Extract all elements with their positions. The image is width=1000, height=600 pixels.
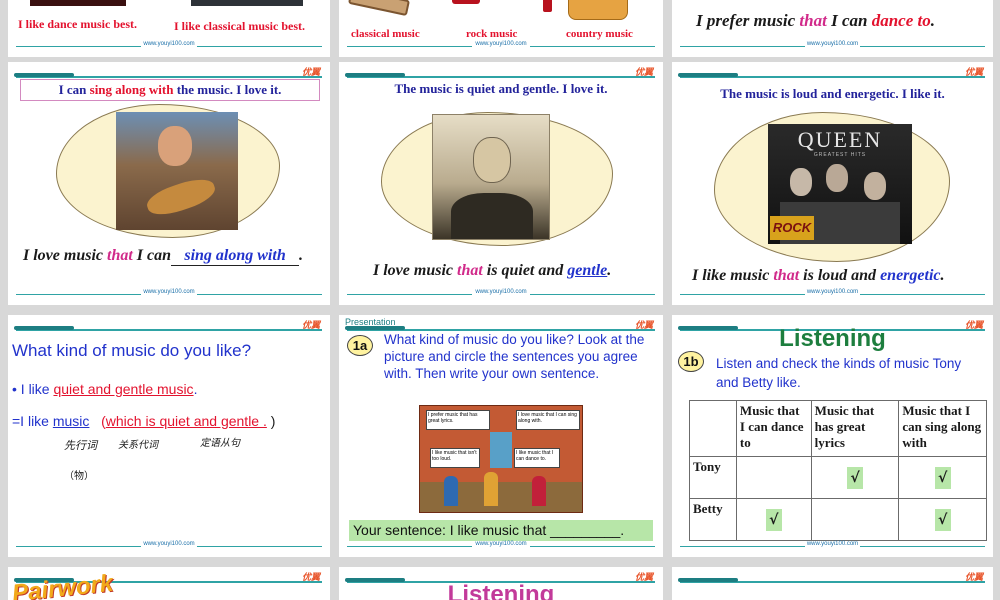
- slide-dance-classical: I like dance music best. I like classica…: [8, 0, 330, 57]
- album-sticker: ROCK: [770, 216, 814, 240]
- speech-bubble-1: I prefer music that has great lyrics.: [426, 410, 490, 430]
- sing-along-sentence: I love music that I can sing along with.: [23, 247, 304, 266]
- annotation-antecedent: 先行词: [64, 440, 97, 452]
- row-name-betty: Betty: [689, 498, 737, 541]
- checkmark-icon: √: [847, 466, 863, 489]
- slide-footer: www.youyi100.com: [672, 41, 993, 57]
- album-title: QUEEN: [797, 127, 883, 152]
- slide-prefer-music: I prefer music that I can dance to. www.…: [672, 0, 993, 57]
- annotation-attributive-clause: 定语从句: [200, 438, 240, 449]
- badge-1b: 1b: [678, 351, 704, 372]
- speech-bubble-4: I like music that I can dance to.: [514, 448, 560, 468]
- street-scene-picture: I prefer music that has great lyrics. I …: [419, 405, 583, 513]
- slide-footer: www.youyi100.com: [8, 289, 330, 305]
- speech-bubble-2: I love music that I can sing along with.: [516, 410, 580, 430]
- annotation-thing: （物）: [64, 471, 94, 482]
- table-row: Tony √ √: [689, 456, 987, 499]
- violin-icon: [347, 0, 411, 17]
- listening-title: Listening: [779, 325, 886, 352]
- slide-blank-next: 优翼: [672, 567, 993, 600]
- grammar-bullet: • I like quiet and gentle music.: [12, 381, 198, 397]
- loud-energetic-title: The music is loud and energetic. I like …: [720, 86, 945, 101]
- checkmark-icon: √: [934, 508, 951, 531]
- column-header: Music that has great lyrics: [810, 400, 900, 457]
- listening-table: Music that I can dance to Music that has…: [689, 400, 987, 541]
- rock-figure-icon: [543, 0, 552, 12]
- slide-footer: www.youyi100.com: [339, 41, 663, 57]
- quiet-gentle-title: The music is quiet and gentle. I love it…: [394, 81, 608, 96]
- sing-along-box: I can sing along with the music. I love …: [20, 79, 320, 101]
- column-header: Music that I can sing along with: [898, 400, 987, 457]
- checkmark-icon: √: [934, 466, 951, 489]
- slide-footer: www.youyi100.com: [339, 541, 663, 557]
- check-cell[interactable]: √: [898, 456, 987, 499]
- composer-portrait: [432, 114, 550, 240]
- slide-footer: www.youyi100.com: [672, 541, 993, 557]
- slide-quiet-gentle: 优翼 The music is quiet and gentle. I love…: [339, 62, 663, 305]
- annotation-relative-pronoun: 关系代词: [118, 440, 158, 451]
- caption-classical-music: I like classical music best.: [174, 19, 305, 33]
- label-rock-music: rock music: [466, 28, 518, 40]
- pairwork-title: Pairwork: [10, 569, 115, 600]
- slide-music-types: classical music rock music country music…: [339, 0, 663, 57]
- grammar-equation: =I like music (which is quiet and gentle…: [12, 413, 276, 429]
- badge-1a: 1a: [347, 335, 373, 356]
- check-cell[interactable]: √: [735, 498, 812, 541]
- rock-guitar-icon: [452, 0, 480, 4]
- slide-footer: www.youyi100.com: [339, 289, 663, 305]
- slide-listening-1b: 优翼 Listening 1b Listen and check the kin…: [672, 315, 993, 557]
- loud-energetic-sentence: I like music that is loud and energetic.: [692, 267, 945, 284]
- album-image-1: [30, 0, 126, 6]
- slide-grammar: 优翼 What kind of music do you like? • I l…: [8, 315, 330, 557]
- instruction-1b: Listen and check the kinds of music Tony…: [716, 356, 962, 390]
- label-country-music: country music: [566, 28, 633, 40]
- album-image-2: [191, 0, 303, 6]
- slide-pairwork: 优翼 Pairwork: [8, 567, 330, 600]
- column-header: Music that I can dance to: [735, 400, 812, 457]
- album-subtitle: GREATEST HITS: [813, 152, 867, 158]
- listening-next-title: Listening: [447, 581, 555, 600]
- slide-loud-energetic: 优翼 The music is loud and energetic. I li…: [672, 62, 993, 305]
- presentation-label: Presentation: [345, 317, 396, 327]
- slide-sing-along: 优翼 I can sing along with the music. I lo…: [8, 62, 330, 305]
- singer-photo: [116, 112, 238, 230]
- check-cell[interactable]: [735, 456, 812, 499]
- table-row: Betty √ √: [689, 498, 987, 541]
- label-classical-music: classical music: [351, 28, 420, 40]
- caption-dance-music: I like dance music best.: [18, 17, 138, 31]
- country-guitar-icon: [568, 0, 628, 20]
- slide-footer: www.youyi100.com: [8, 41, 330, 57]
- grammar-title: What kind of music do you like?: [12, 341, 252, 360]
- your-sentence-box[interactable]: Your sentence: I like music that _______…: [349, 520, 653, 541]
- check-cell[interactable]: [810, 498, 900, 541]
- quiet-gentle-sentence: I love music that is quiet and gentle.: [373, 262, 612, 279]
- speech-bubble-3: I like music that isn't too loud.: [430, 448, 480, 468]
- queen-album-cover: QUEEN GREATEST HITS ROCK: [768, 124, 912, 244]
- checkmark-icon: √: [765, 508, 782, 531]
- slide-listening-next: 优翼 Listening: [339, 567, 663, 600]
- instruction-1a: What kind of music do you like? Look at …: [384, 332, 645, 381]
- table-header-row: Music that I can dance to Music that has…: [689, 400, 987, 457]
- slide-presentation-1a: 优翼 Presentation 1a What kind of music do…: [339, 315, 663, 557]
- slide-footer: www.youyi100.com: [672, 289, 993, 305]
- row-name-tony: Tony: [689, 456, 737, 499]
- prefer-sentence: I prefer music that I can dance to.: [696, 11, 935, 30]
- slide-footer: www.youyi100.com: [8, 541, 330, 557]
- check-cell[interactable]: √: [898, 498, 987, 541]
- check-cell[interactable]: √: [810, 456, 900, 499]
